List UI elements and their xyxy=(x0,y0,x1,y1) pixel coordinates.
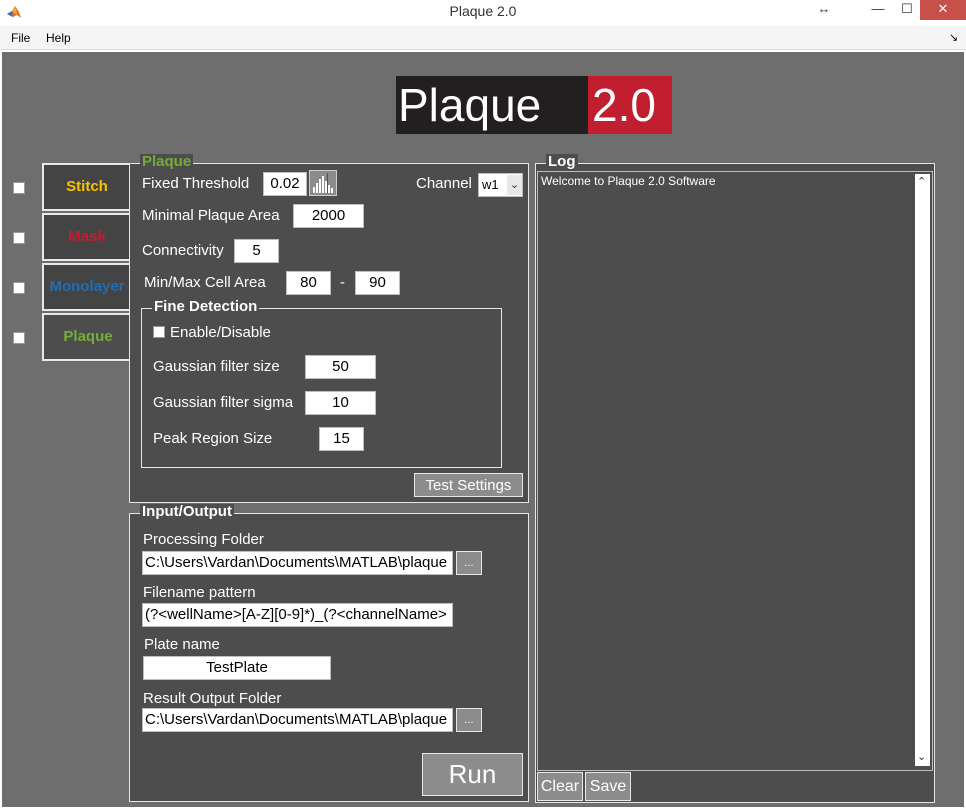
tab-monolayer[interactable]: Monolayer xyxy=(42,263,131,311)
cell-area-label: Min/Max Cell Area xyxy=(144,274,266,291)
clear-log-button[interactable]: Clear xyxy=(537,772,583,801)
min-plaque-area-input[interactable]: 2000 xyxy=(293,204,364,228)
min-plaque-area-label: Minimal Plaque Area xyxy=(142,207,280,224)
tab-stitch[interactable]: Stitch xyxy=(42,163,131,211)
channel-select-value: w1 xyxy=(482,177,499,192)
tab-stitch-label: Stitch xyxy=(66,178,108,195)
gaussian-size-label: Gaussian filter size xyxy=(153,358,280,375)
result-output-label: Result Output Folder xyxy=(143,690,282,707)
scroll-down-icon[interactable]: ⌄ xyxy=(917,750,926,763)
scroll-up-icon[interactable]: ⌃ xyxy=(917,175,926,188)
fixed-threshold-input[interactable]: 0.02 xyxy=(263,172,307,196)
histogram-button[interactable] xyxy=(309,170,337,196)
title-bar: Plaque 2.0 ↔ — ☐ ✕ xyxy=(0,0,966,26)
fine-detection-checkbox[interactable] xyxy=(153,326,165,338)
plate-name-label: Plate name xyxy=(144,636,220,653)
plaque-logo: Plaque 2.0 xyxy=(396,76,672,134)
processing-folder-input[interactable]: C:\Users\Vardan\Documents\MATLAB\plaque xyxy=(142,551,453,575)
gaussian-sigma-input[interactable]: 10 xyxy=(305,391,376,415)
logo-text-plaque: Plaque xyxy=(396,76,588,134)
plaque-checkbox[interactable] xyxy=(13,332,25,344)
tab-plaque-label: Plaque xyxy=(63,328,113,345)
output-browse-button[interactable]: ... xyxy=(456,708,482,732)
peak-region-input[interactable]: 15 xyxy=(319,427,364,451)
log-panel-title: Log xyxy=(546,153,578,170)
input-output-title: Input/Output xyxy=(140,503,234,520)
run-button[interactable]: Run xyxy=(422,753,523,796)
chevron-down-icon: ⌄ xyxy=(507,175,522,195)
processing-folder-label: Processing Folder xyxy=(143,531,264,548)
test-settings-button[interactable]: Test Settings xyxy=(414,473,523,497)
fixed-threshold-label: Fixed Threshold xyxy=(142,175,250,192)
filename-pattern-label: Filename pattern xyxy=(143,584,256,601)
menu-file[interactable]: File xyxy=(11,31,30,45)
fine-detection-title: Fine Detection xyxy=(152,298,260,315)
channel-select[interactable]: w1 ⌄ xyxy=(478,173,523,197)
resize-icon[interactable]: ↔ xyxy=(810,0,838,20)
menu-help[interactable]: Help xyxy=(46,31,71,45)
cell-area-min-input[interactable]: 80 xyxy=(286,271,331,295)
channel-label: Channel xyxy=(416,175,472,192)
processing-browse-button[interactable]: ... xyxy=(456,551,482,575)
dock-arrow-icon[interactable]: ↘ xyxy=(949,31,958,44)
tab-mask-label: Mask xyxy=(68,228,106,245)
enable-disable-label: Enable/Disable xyxy=(170,324,271,341)
log-textarea[interactable]: Welcome to Plaque 2.0 Software ⌃ ⌄ xyxy=(537,171,933,771)
log-scrollbar[interactable]: ⌃ ⌄ xyxy=(915,174,930,766)
gaussian-size-input[interactable]: 50 xyxy=(305,355,376,379)
cell-area-max-input[interactable]: 90 xyxy=(355,271,400,295)
plate-name-input[interactable]: TestPlate xyxy=(143,656,331,680)
plaque-panel-title: Plaque xyxy=(140,153,194,170)
stitch-checkbox[interactable] xyxy=(13,182,25,194)
mask-checkbox[interactable] xyxy=(13,232,25,244)
maximize-button[interactable]: ☐ xyxy=(893,0,921,20)
filename-pattern-input[interactable]: (?<wellName>[A-Z][0-9]*)_(?<channelName> xyxy=(142,603,453,627)
cell-area-separator: - xyxy=(340,274,345,291)
peak-region-label: Peak Region Size xyxy=(153,430,273,447)
histogram-icon xyxy=(313,173,333,193)
tab-plaque[interactable]: Plaque xyxy=(42,313,132,361)
logo-text-version: 2.0 xyxy=(588,76,672,134)
save-log-button[interactable]: Save xyxy=(585,772,631,801)
tab-mask[interactable]: Mask xyxy=(42,213,131,261)
log-message: Welcome to Plaque 2.0 Software xyxy=(541,174,716,188)
connectivity-input[interactable]: 5 xyxy=(234,239,279,263)
result-output-input[interactable]: C:\Users\Vardan\Documents\MATLAB\plaque xyxy=(142,708,453,732)
gaussian-sigma-label: Gaussian filter sigma xyxy=(153,394,294,411)
connectivity-label: Connectivity xyxy=(142,242,224,259)
close-button[interactable]: ✕ xyxy=(920,0,966,20)
monolayer-checkbox[interactable] xyxy=(13,282,25,294)
tab-monolayer-label: Monolayer xyxy=(49,278,125,295)
minimize-button[interactable]: — xyxy=(864,0,892,20)
menu-bar: File Help ↘ xyxy=(0,26,966,50)
